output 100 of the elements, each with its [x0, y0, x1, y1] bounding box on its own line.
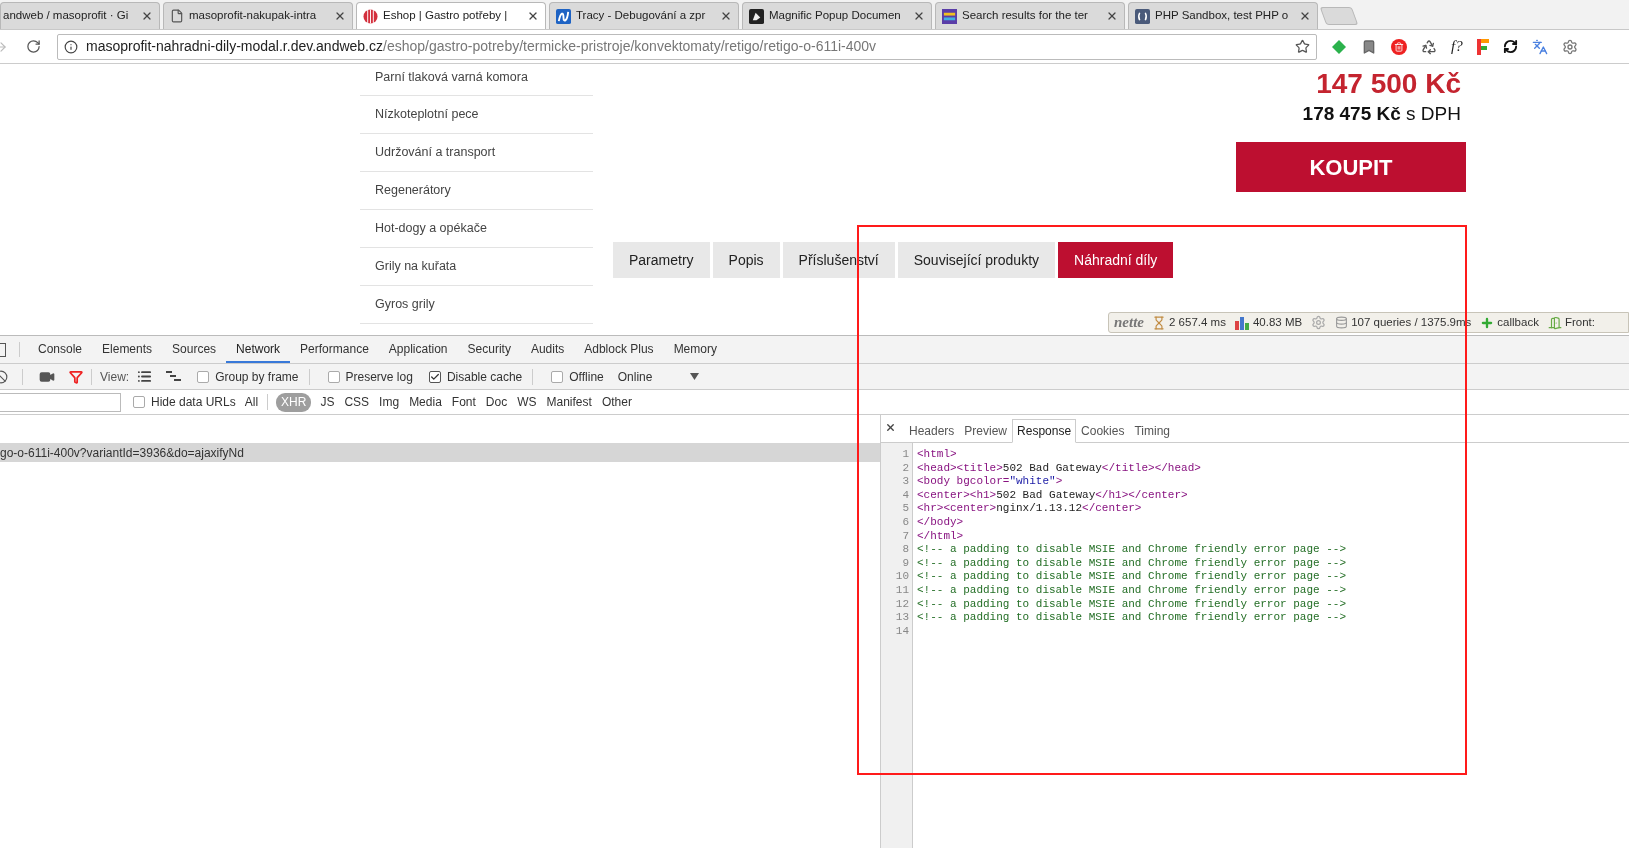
product-tab[interactable]: Popis: [712, 242, 780, 278]
close-icon[interactable]: [885, 422, 896, 433]
product-tab[interactable]: Náhradní díly: [1058, 242, 1174, 278]
code-line: <hr><center>nginx/1.13.12</center>: [917, 502, 1142, 515]
filter-icon[interactable]: [69, 369, 83, 384]
device-icon[interactable]: [0, 342, 6, 357]
type-filter[interactable]: Other: [600, 392, 633, 412]
recycle-icon[interactable]: [1421, 38, 1437, 55]
wave-icon: [556, 8, 571, 24]
checkbox-label[interactable]: Group by frame: [215, 367, 299, 386]
category-link[interactable]: Hot-dogy a opékače: [360, 210, 593, 248]
browser-tab[interactable]: Eshop | Gastro potřeby |: [356, 2, 546, 29]
browser-tab[interactable]: masoprofit-nakupak-intra: [163, 2, 353, 29]
close-icon[interactable]: [527, 10, 539, 22]
dropdown-icon: [690, 373, 700, 380]
code-line: </html>: [917, 529, 964, 542]
product-tab[interactable]: Parametry: [613, 242, 710, 278]
type-filter[interactable]: Font: [450, 392, 477, 412]
browser-tab[interactable]: Magnific Popup Documen: [742, 2, 932, 29]
list-icon[interactable]: [137, 369, 153, 384]
checkbox-label[interactable]: Offline: [569, 367, 604, 386]
diamond-icon[interactable]: [1331, 38, 1347, 55]
code-line: <!-- a padding to disable MSIE and Chrome friendly error page -->: [917, 570, 1347, 583]
translate-icon[interactable]: [1531, 38, 1548, 55]
devtools-tab[interactable]: Security: [457, 336, 521, 363]
checkbox[interactable]: [133, 396, 145, 408]
browser-tab[interactable]: Search results for the ter: [935, 2, 1125, 29]
code-line: <!-- a padding to disable MSIE and Chrome friendly error page -->: [917, 543, 1347, 556]
filter-field[interactable]: [0, 392, 121, 412]
devtools-tab[interactable]: Elements: [92, 336, 163, 363]
debug-panel-label[interactable]: Front:: [1564, 313, 1595, 332]
close-icon[interactable]: [141, 10, 153, 22]
detail-tab[interactable]: Preview: [959, 419, 1013, 443]
devtools-tab[interactable]: Sources: [162, 336, 227, 363]
devtools-tab[interactable]: Console: [28, 336, 93, 363]
browser-tab[interactable]: PHP Sandbox, test PHP o: [1128, 2, 1318, 29]
checkbox[interactable]: [197, 370, 210, 383]
extension-button[interactable]: f?: [1451, 35, 1463, 58]
devtools-tab[interactable]: Audits: [520, 336, 575, 363]
trash-icon[interactable]: [1391, 38, 1407, 55]
devtools-tab[interactable]: Application: [378, 336, 458, 363]
gear-icon: [1311, 315, 1327, 330]
type-filter[interactable]: JS: [319, 392, 336, 412]
checkbox[interactable]: [551, 370, 564, 383]
category-link[interactable]: Gyros grily: [360, 286, 593, 324]
type-filter[interactable]: CSS: [343, 392, 371, 412]
detail-tab[interactable]: Cookies: [1076, 419, 1130, 443]
debug-panel-label[interactable]: 40.83 MB: [1252, 313, 1303, 332]
type-filter[interactable]: Img: [378, 392, 401, 412]
category-link[interactable]: Udržování a transport: [360, 134, 593, 172]
debug-panel-label[interactable]: 2 657.4 ms: [1169, 313, 1226, 332]
code-line: <center><h1>502 Bad Gateway</h1></center>: [917, 488, 1188, 501]
type-filter[interactable]: Doc: [484, 392, 509, 412]
line-number: 5: [902, 502, 909, 516]
line-number: 13: [895, 611, 909, 625]
colorful-f-icon[interactable]: [1476, 38, 1489, 55]
category-link[interactable]: Nízkoteplotní pece: [360, 96, 593, 134]
close-icon[interactable]: [913, 10, 925, 22]
line-number: 9: [902, 556, 909, 571]
throttle-select[interactable]: Online: [617, 367, 700, 386]
category-link[interactable]: Grily na kuřata: [360, 248, 593, 286]
waterfall-icon[interactable]: [166, 370, 182, 383]
browser-tab[interactable]: andweb / masoprofit · Gi: [0, 2, 160, 29]
address-field[interactable]: masoprofit-nahradni-dily-modal.r.dev.andweb.cz/eshop/gastro-potreby/termicke-pristroje/konvektomaty/retigo/retigo-o-611i-400v: [57, 33, 1317, 60]
type-filter[interactable]: WS: [516, 392, 538, 412]
category-link[interactable]: Parní tlaková varná komora: [360, 64, 593, 96]
code-line: <head><title>502 Bad Gateway</title></head>: [917, 461, 1201, 474]
checkbox-label[interactable]: Hide data URLs: [151, 393, 236, 411]
type-filter[interactable]: All: [243, 392, 260, 412]
close-icon[interactable]: [334, 10, 346, 22]
buy-button[interactable]: KOUPIT: [1236, 142, 1466, 192]
category-link[interactable]: Regenerátory: [360, 172, 593, 210]
brackets-icon: [1135, 8, 1150, 24]
checkbox-label[interactable]: Disable cache: [446, 367, 523, 386]
type-filter[interactable]: Media: [408, 392, 443, 412]
reload-icon[interactable]: [26, 39, 41, 54]
type-filter[interactable]: Manifest: [545, 392, 593, 412]
door-icon: [1547, 315, 1562, 330]
checkbox[interactable]: [327, 370, 340, 383]
bookmark-icon[interactable]: [1361, 38, 1377, 55]
detail-tab[interactable]: Timing: [1129, 419, 1175, 443]
debug-panel-label[interactable]: callback: [1497, 313, 1539, 332]
detail-tab[interactable]: Headers: [904, 419, 960, 443]
close-icon[interactable]: [1299, 10, 1311, 22]
product-tab[interactable]: Související produkty: [897, 242, 1056, 278]
request-row[interactable]: go-o-611i-400v?variantId=3936&do=ajaxifyNd: [0, 443, 880, 462]
devtools-tab[interactable]: Memory: [663, 336, 727, 363]
info-icon: [64, 39, 78, 54]
star-icon[interactable]: [1295, 39, 1310, 54]
close-icon[interactable]: [720, 10, 732, 22]
checkbox[interactable]: [428, 370, 441, 383]
devtools-tab[interactable]: Adblock Plus: [574, 336, 664, 363]
sync-icon[interactable]: [1502, 39, 1518, 54]
detail-tab[interactable]: Response: [1012, 419, 1077, 443]
devtools-tab[interactable]: Performance: [290, 336, 379, 363]
checkbox-label[interactable]: Preserve log: [345, 367, 413, 386]
settings-icon[interactable]: [1561, 38, 1578, 55]
close-icon[interactable]: [1106, 10, 1118, 22]
browser-tab[interactable]: Tracy - Debugování a zpr: [549, 2, 739, 29]
hourglass-icon: [1152, 315, 1166, 330]
